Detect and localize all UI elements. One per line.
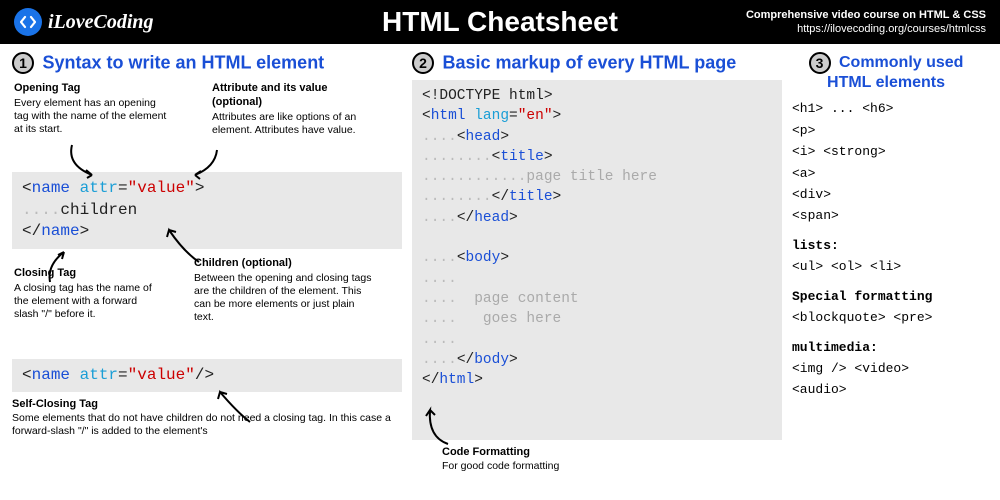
ann-attr: Attribute and its value (optional) Attri… bbox=[212, 82, 367, 137]
list-item: <i> <strong> bbox=[792, 141, 980, 162]
ann-children-t: Between the opening and closing tags are… bbox=[194, 272, 371, 323]
list-item: <p> bbox=[792, 120, 980, 141]
list-item: <audio> bbox=[792, 379, 980, 400]
section-3-title: Commonly used HTML elements bbox=[827, 54, 963, 91]
elements-list: <h1> ... <h6> <p> <i> <strong> <a> <div>… bbox=[792, 98, 980, 401]
section-3-header: 3 Commonly used HTML elements bbox=[792, 52, 980, 92]
list-item: <ul> <ol> <li> bbox=[792, 256, 980, 277]
ann-self-t: Some elements that do not have children … bbox=[12, 412, 391, 437]
ann-cf-h: Code Formatting bbox=[442, 446, 530, 458]
section-2-title: Basic markup of every HTML page bbox=[442, 53, 736, 73]
list-item: <div> bbox=[792, 184, 980, 205]
header: iLoveCoding HTML Cheatsheet Comprehensiv… bbox=[0, 0, 1000, 44]
ann-codefmt: Code Formatting For good code formatting bbox=[442, 446, 782, 473]
ann-children: Children (optional) Between the opening … bbox=[194, 257, 374, 324]
ann-children-h: Children (optional) bbox=[194, 257, 374, 271]
course-desc: Comprehensive video course on HTML & CSS bbox=[746, 8, 986, 22]
code-selfclose: <name attr="value"/> bbox=[12, 359, 402, 393]
brand-name: iLoveCoding bbox=[48, 11, 154, 34]
section-2-header: 2 Basic markup of every HTML page bbox=[412, 52, 782, 74]
section-2: 2 Basic markup of every HTML page <!DOCT… bbox=[412, 52, 782, 473]
ann-attr-h: Attribute and its value (optional) bbox=[212, 82, 367, 110]
ann-opening-t: Every element has an opening tag with th… bbox=[14, 97, 166, 135]
ann-self-h: Self-Closing Tag bbox=[12, 398, 98, 410]
ann-closing-h: Closing Tag bbox=[14, 267, 154, 281]
ann-opening: Opening Tag Every element has an opening… bbox=[14, 82, 169, 136]
code-syntax: <name attr="value"> ....children </name> bbox=[12, 172, 402, 249]
list-heading: Special formatting bbox=[792, 286, 980, 307]
logo: iLoveCoding bbox=[14, 8, 154, 36]
content: 1 Syntax to write an HTML element Openin… bbox=[0, 44, 1000, 481]
page-title: HTML Cheatsheet bbox=[382, 6, 618, 38]
list-item: <a> bbox=[792, 163, 980, 184]
logo-icon bbox=[14, 8, 42, 36]
code-page: <!DOCTYPE html> <html lang="en"> ....<he… bbox=[412, 80, 782, 440]
section-1: 1 Syntax to write an HTML element Openin… bbox=[12, 52, 402, 473]
ann-closing: Closing Tag A closing tag has the name o… bbox=[14, 267, 154, 321]
list-item: <blockquote> <pre> bbox=[792, 307, 980, 328]
list-item: <h1> ... <h6> bbox=[792, 98, 980, 119]
ann-closing-t: A closing tag has the name of the elemen… bbox=[14, 282, 152, 320]
section-1-title: Syntax to write an HTML element bbox=[42, 53, 324, 73]
ann-opening-h: Opening Tag bbox=[14, 82, 169, 96]
course-url: https://ilovecoding.org/courses/htmlcss bbox=[746, 22, 986, 36]
list-item: <span> bbox=[792, 205, 980, 226]
list-heading: multimedia: bbox=[792, 337, 980, 358]
list-heading: lists: bbox=[792, 235, 980, 256]
section-3: 3 Commonly used HTML elements <h1> ... <… bbox=[792, 52, 980, 473]
badge-2: 2 bbox=[412, 52, 434, 74]
badge-1: 1 bbox=[12, 52, 34, 74]
header-right: Comprehensive video course on HTML & CSS… bbox=[746, 8, 986, 37]
badge-3: 3 bbox=[809, 52, 831, 74]
ann-attr-t: Attributes are like options of an elemen… bbox=[212, 111, 356, 136]
list-item: <img /> <video> bbox=[792, 358, 980, 379]
ann-self: Self-Closing Tag Some elements that do n… bbox=[12, 398, 402, 438]
ann-cf-t: For good code formatting bbox=[442, 460, 559, 472]
section-1-header: 1 Syntax to write an HTML element bbox=[12, 52, 402, 74]
